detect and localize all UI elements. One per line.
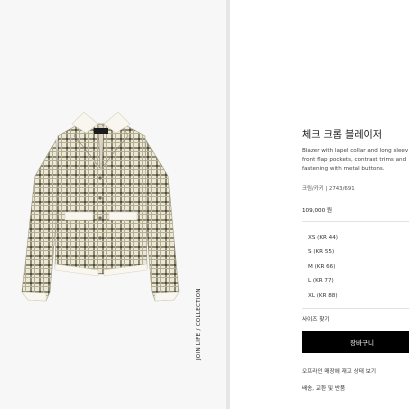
size-option[interactable]: L (KR 77) <box>308 278 338 292</box>
store-stock-link[interactable]: 오프라인 매장에 재고 상태 보기 <box>302 367 376 375</box>
product-photo-panel: JOIN LIFE / COLLECTION <box>0 0 226 409</box>
color-code: 크림/카키 | 2743/691 <box>302 186 355 192</box>
description-line: Blazer with lapel collar and long sleev <box>302 148 409 154</box>
divider-line <box>302 308 409 309</box>
add-to-cart-button[interactable]: 장바구니 <box>302 331 409 353</box>
size-option[interactable]: M (KR 66) <box>308 264 338 278</box>
collection-caption: JOIN LIFE / COLLECTION <box>196 288 202 360</box>
product-price: 109,000 원 <box>302 208 333 214</box>
divider-line <box>302 221 409 222</box>
product-description: Blazer with lapel collar and long sleev … <box>302 147 409 174</box>
product-info-panel: 체크 크롭 블레이저 Blazer with lapel collar and … <box>230 0 409 409</box>
size-option[interactable]: S (KR 55) <box>308 249 338 263</box>
blazer-photo <box>21 111 180 302</box>
size-guide-link[interactable]: 사이즈 찾기 <box>302 315 330 323</box>
description-line: front flap pockets, contrast trims and <box>302 157 407 163</box>
size-list: XS (KR 44) S (KR 55) M (KR 66) L (KR 77)… <box>308 235 338 307</box>
description-line: fastening with metal buttons. <box>302 166 385 172</box>
size-option[interactable]: XS (KR 44) <box>308 235 338 249</box>
size-option[interactable]: XL (KR 88) <box>308 293 338 307</box>
product-title: 체크 크롭 블레이저 <box>302 130 382 141</box>
shipping-returns-link[interactable]: 배송, 교환 및 반품 <box>302 384 345 392</box>
